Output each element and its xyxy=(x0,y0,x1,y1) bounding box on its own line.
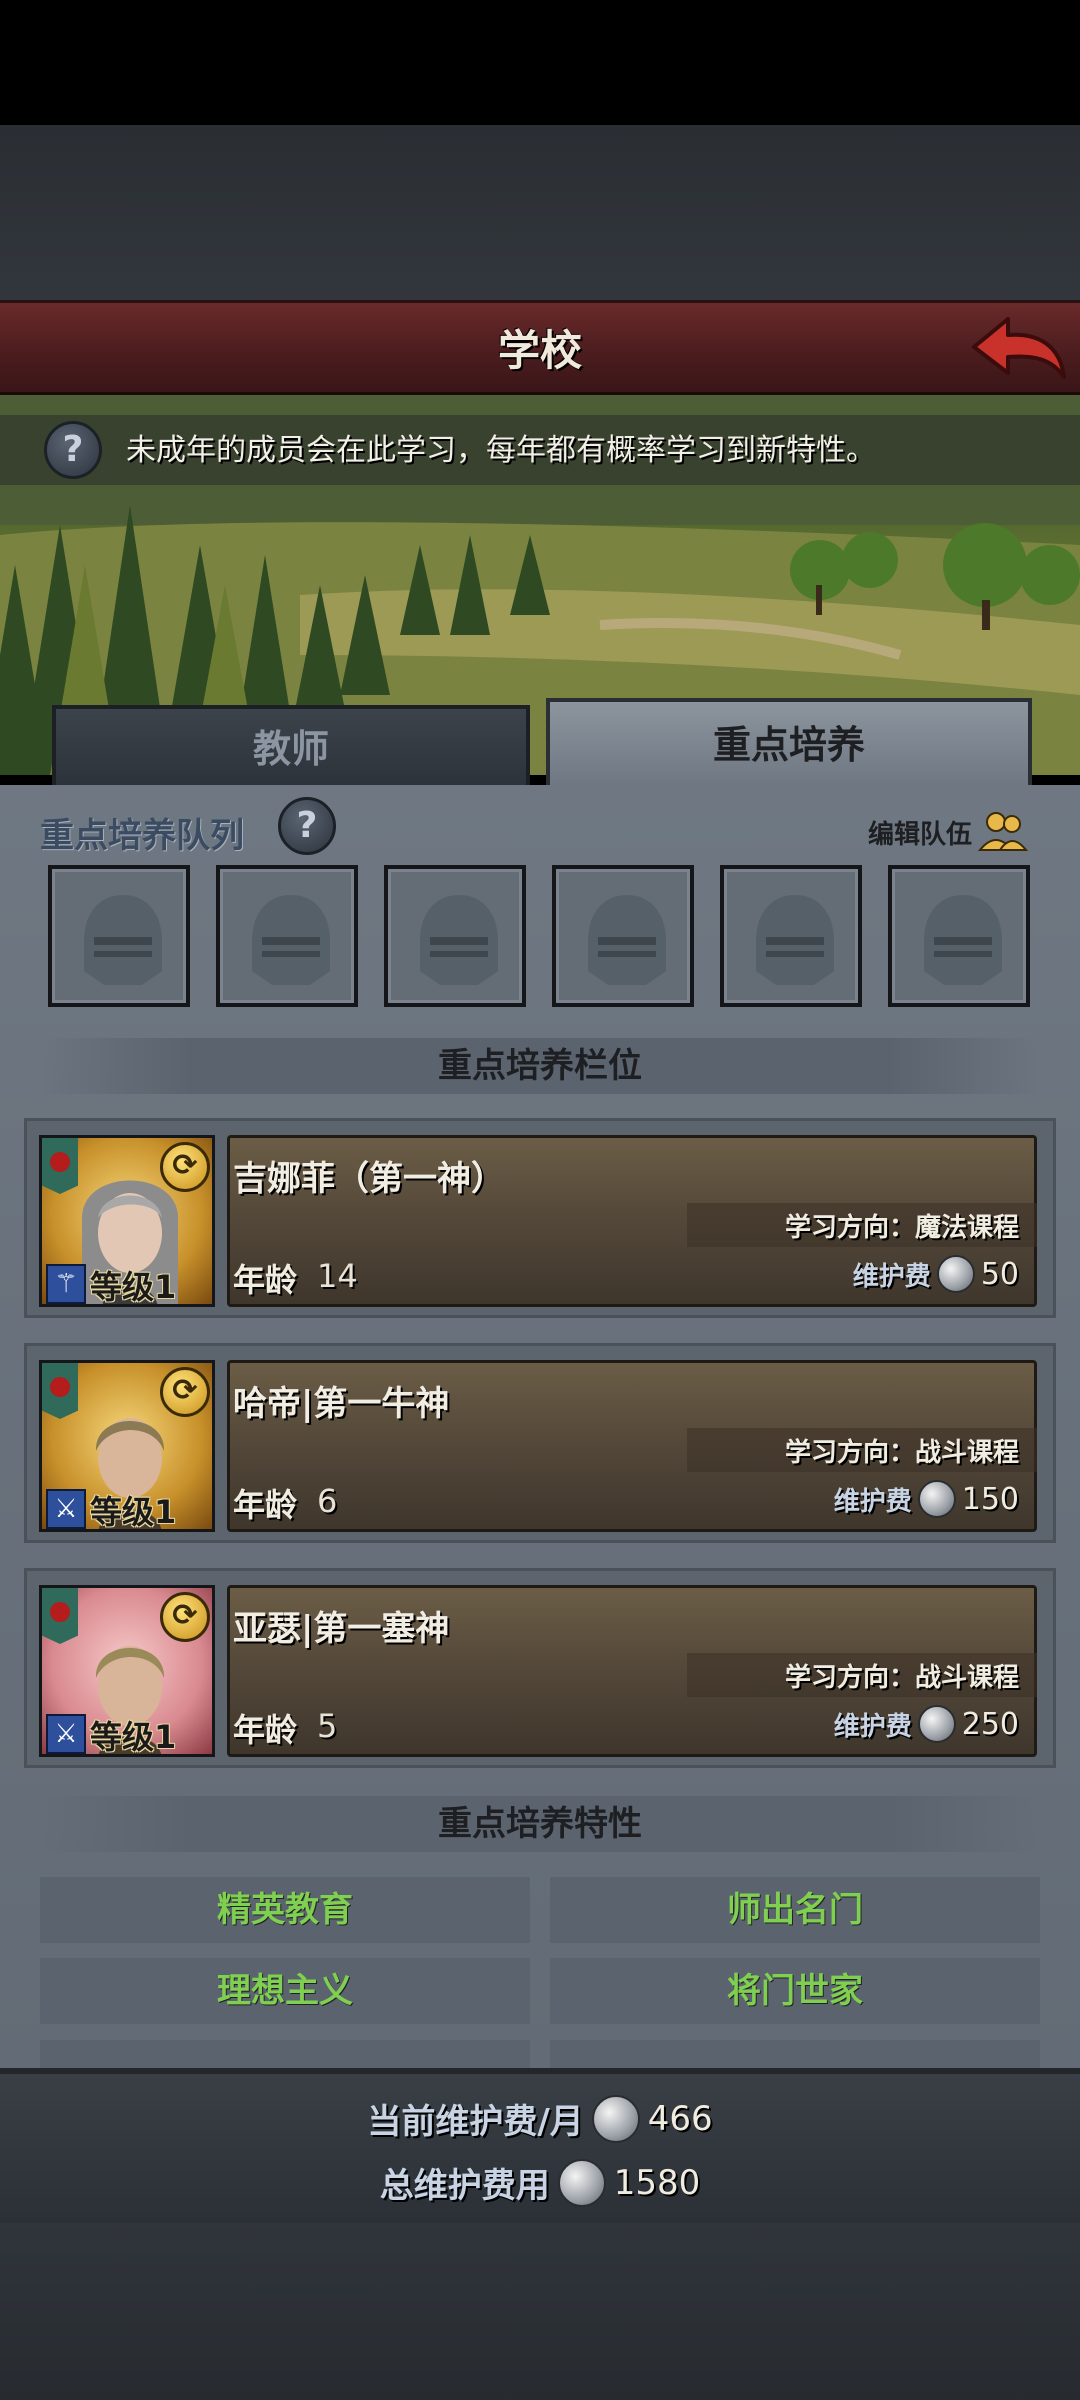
fee-value: 50 xyxy=(980,1256,1019,1292)
empty-helmet-icon xyxy=(756,895,834,985)
sword-icon: ⚔ xyxy=(46,1489,86,1529)
fee-label: 维护费 xyxy=(833,1486,912,1517)
edit-team-button[interactable]: 编辑队伍 xyxy=(868,810,1030,854)
total-fee-label: 总维护费用 xyxy=(379,2166,550,2206)
swap-icon[interactable]: ⟳ xyxy=(160,1592,210,1642)
status-bar-area xyxy=(0,0,1080,125)
queue-help-icon[interactable]: ? xyxy=(278,797,336,855)
age-value: 5 xyxy=(317,1707,338,1745)
queue-slot[interactable] xyxy=(552,865,694,1007)
silver-coin-icon xyxy=(936,1255,975,1293)
study-direction: 学习方向：战斗课程 xyxy=(784,1663,1019,1693)
queue-slot[interactable] xyxy=(216,865,358,1007)
total-fee-row: 总维护费用 1580 xyxy=(0,2158,1080,2207)
trait-item[interactable]: 理想主义 xyxy=(40,1958,530,2024)
age-value: 14 xyxy=(317,1257,358,1295)
trait-item[interactable]: 师出名门 xyxy=(550,1877,1040,1943)
student-portrait: ⟳ ⚔ 等级1 xyxy=(39,1585,215,1757)
empty-helmet-icon xyxy=(924,895,1002,985)
empty-helmet-icon xyxy=(420,895,498,985)
total-fee-value: 1580 xyxy=(613,2162,701,2203)
sword-icon: ⚔ xyxy=(46,1714,86,1754)
top-background xyxy=(0,125,1080,305)
student-name: 亚瑟|第一塞神 xyxy=(233,1609,450,1649)
age-label: 年龄 xyxy=(233,1261,298,1299)
silver-coin-icon xyxy=(917,1705,956,1743)
monthly-fee-row: 当前维护费/月 466 xyxy=(0,2094,1080,2143)
student-level: 等级1 xyxy=(90,1268,177,1306)
queue-label: 重点培养队列 xyxy=(40,816,244,856)
tab-teacher[interactable]: 教师 xyxy=(52,705,530,785)
queue-slot[interactable] xyxy=(48,865,190,1007)
maintenance-fee: 维护费 50 xyxy=(853,1255,1019,1293)
study-direction: 学习方向：战斗课程 xyxy=(784,1438,1019,1468)
trait-item-partial[interactable] xyxy=(40,2040,530,2068)
maintenance-fee: 维护费 150 xyxy=(834,1480,1019,1518)
silver-coin-icon xyxy=(557,2158,606,2207)
swap-icon[interactable]: ⟳ xyxy=(160,1142,210,1192)
back-arrow-icon xyxy=(972,317,1066,379)
student-level: 等级1 xyxy=(90,1493,177,1531)
tab-focus-training[interactable]: 重点培养 xyxy=(546,698,1032,785)
trait-item[interactable]: 将门世家 xyxy=(550,1958,1040,2024)
queue-slot[interactable] xyxy=(720,865,862,1007)
rank-flag-icon xyxy=(42,1138,78,1194)
age-value: 6 xyxy=(317,1482,338,1520)
help-icon[interactable]: ? xyxy=(44,421,102,479)
age-label: 年龄 xyxy=(233,1486,298,1524)
swap-icon[interactable]: ⟳ xyxy=(160,1367,210,1417)
trait-item[interactable]: 精英教育 xyxy=(40,1877,530,1943)
student-portrait: ⟳ ⚔ 等级1 xyxy=(39,1360,215,1532)
fee-label: 维护费 xyxy=(833,1711,912,1742)
magic-wand-icon: ⚚ xyxy=(46,1264,86,1304)
team-icon xyxy=(978,812,1029,851)
fee-value: 150 xyxy=(961,1481,1019,1517)
student-name: 哈帝|第一牛神 xyxy=(233,1384,450,1424)
student-name: 吉娜菲（第一神） xyxy=(233,1159,505,1199)
trait-item-partial[interactable] xyxy=(550,2040,1040,2068)
traits-section-title: 重点培养特性 xyxy=(40,1796,1040,1852)
edit-team-label: 编辑队伍 xyxy=(867,819,972,850)
study-direction: 学习方向：魔法课程 xyxy=(784,1213,1019,1243)
student-card[interactable]: ⟳ ⚔ 等级1 哈帝|第一牛神 学习方向：战斗课程 年龄 6 维护费 150 xyxy=(24,1343,1056,1543)
back-button[interactable] xyxy=(968,311,1068,391)
rank-flag-icon xyxy=(42,1588,78,1644)
empty-helmet-icon xyxy=(588,895,666,985)
queue-slot[interactable] xyxy=(888,865,1030,1007)
monthly-fee-value: 466 xyxy=(647,2098,713,2139)
silver-coin-icon xyxy=(917,1480,956,1518)
student-level: 等级1 xyxy=(90,1718,177,1756)
student-card[interactable]: ⟳ ⚚ 等级1 吉娜菲（第一神） 学习方向：魔法课程 年龄 14 维护费 50 xyxy=(24,1118,1056,1318)
student-portrait: ⟳ ⚚ 等级1 xyxy=(39,1135,215,1307)
empty-helmet-icon xyxy=(84,895,162,985)
info-text: 未成年的成员会在此学习，每年都有概率学习到新特性。 xyxy=(126,433,876,468)
maintenance-footer: 当前维护费/月 466 总维护费用 1580 xyxy=(0,2068,1080,2223)
empty-helmet-icon xyxy=(252,895,330,985)
title-bar: 学校 xyxy=(0,300,1080,395)
fee-label: 维护费 xyxy=(852,1261,931,1292)
bottom-background xyxy=(0,2223,1080,2400)
page-title: 学校 xyxy=(497,326,582,375)
age-label: 年龄 xyxy=(233,1711,298,1749)
rank-flag-icon xyxy=(42,1363,78,1419)
slots-section-title: 重点培养栏位 xyxy=(40,1038,1040,1094)
silver-coin-icon xyxy=(591,2094,640,2143)
fee-value: 250 xyxy=(961,1706,1019,1742)
maintenance-fee: 维护费 250 xyxy=(834,1705,1019,1743)
queue-slot[interactable] xyxy=(384,865,526,1007)
student-card[interactable]: ⟳ ⚔ 等级1 亚瑟|第一塞神 学习方向：战斗课程 年龄 5 维护费 250 xyxy=(24,1568,1056,1768)
monthly-fee-label: 当前维护费/月 xyxy=(367,2102,584,2142)
